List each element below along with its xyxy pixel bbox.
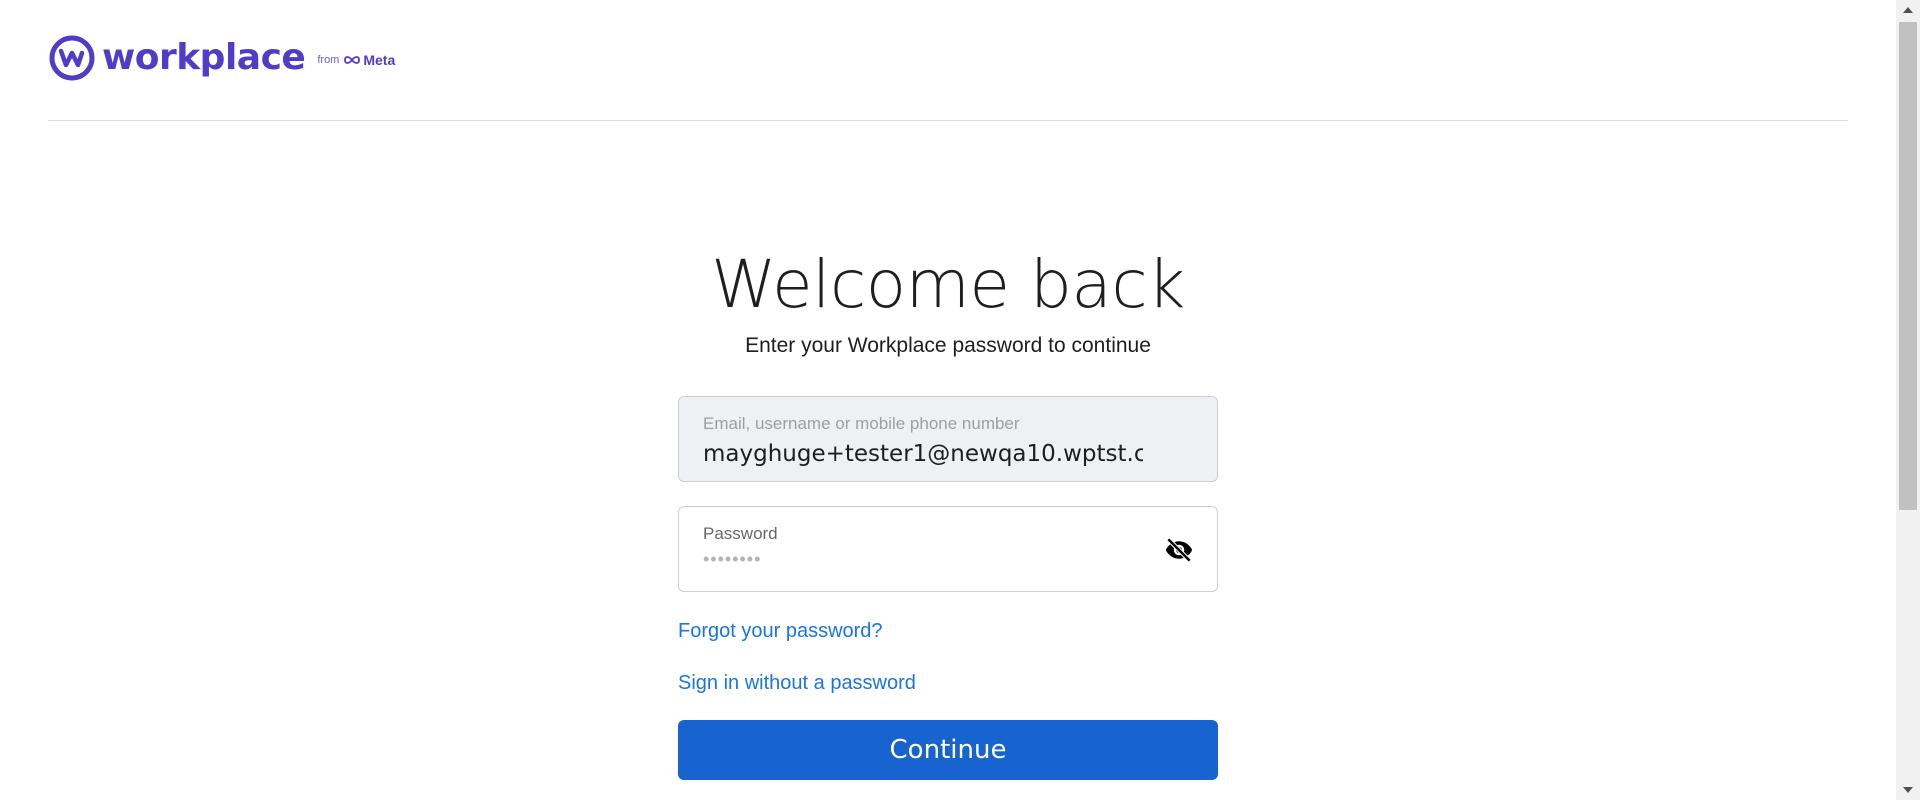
scroll-up-arrow-icon[interactable]	[1896, 0, 1920, 20]
password-input[interactable]: ••••••••	[703, 547, 1193, 571]
email-field-label: Email, username or mobile phone number	[703, 414, 1020, 433]
workplace-logo-icon	[49, 35, 95, 81]
forgot-password-link[interactable]: Forgot your password?	[678, 618, 1218, 644]
login-page: workplace from Meta Welcome back Enter y…	[0, 0, 1920, 800]
vertical-scrollbar[interactable]	[1896, 0, 1920, 800]
email-input[interactable]	[703, 439, 1143, 469]
page-title: Welcome back	[711, 246, 1185, 323]
from-label: from	[317, 54, 340, 66]
email-field[interactable]: Email, username or mobile phone number	[678, 396, 1218, 482]
sign-in-without-password-link[interactable]: Sign in without a password	[678, 670, 1218, 696]
top-header: workplace from Meta	[0, 0, 1896, 121]
page-subtitle: Enter your Workplace password to continu…	[745, 334, 1151, 357]
scroll-down-arrow-icon[interactable]	[1896, 780, 1920, 800]
password-field-label: Password	[703, 524, 778, 543]
toggle-password-visibility-button[interactable]	[1163, 534, 1195, 566]
header-divider	[48, 120, 1848, 121]
meta-brand: Meta	[343, 52, 395, 68]
password-field[interactable]: Password ••••••••	[678, 506, 1218, 592]
login-form: Welcome back Enter your Workplace passwo…	[678, 240, 1218, 780]
continue-button[interactable]: Continue	[678, 720, 1218, 780]
meta-infinity-icon	[344, 56, 361, 64]
eye-slash-icon	[1165, 537, 1193, 563]
scrollbar-thumb[interactable]	[1899, 22, 1917, 510]
brand-wordmark: workplace	[102, 37, 306, 78]
workplace-logo[interactable]: workplace from Meta	[48, 34, 395, 82]
meta-label: Meta	[363, 52, 396, 68]
